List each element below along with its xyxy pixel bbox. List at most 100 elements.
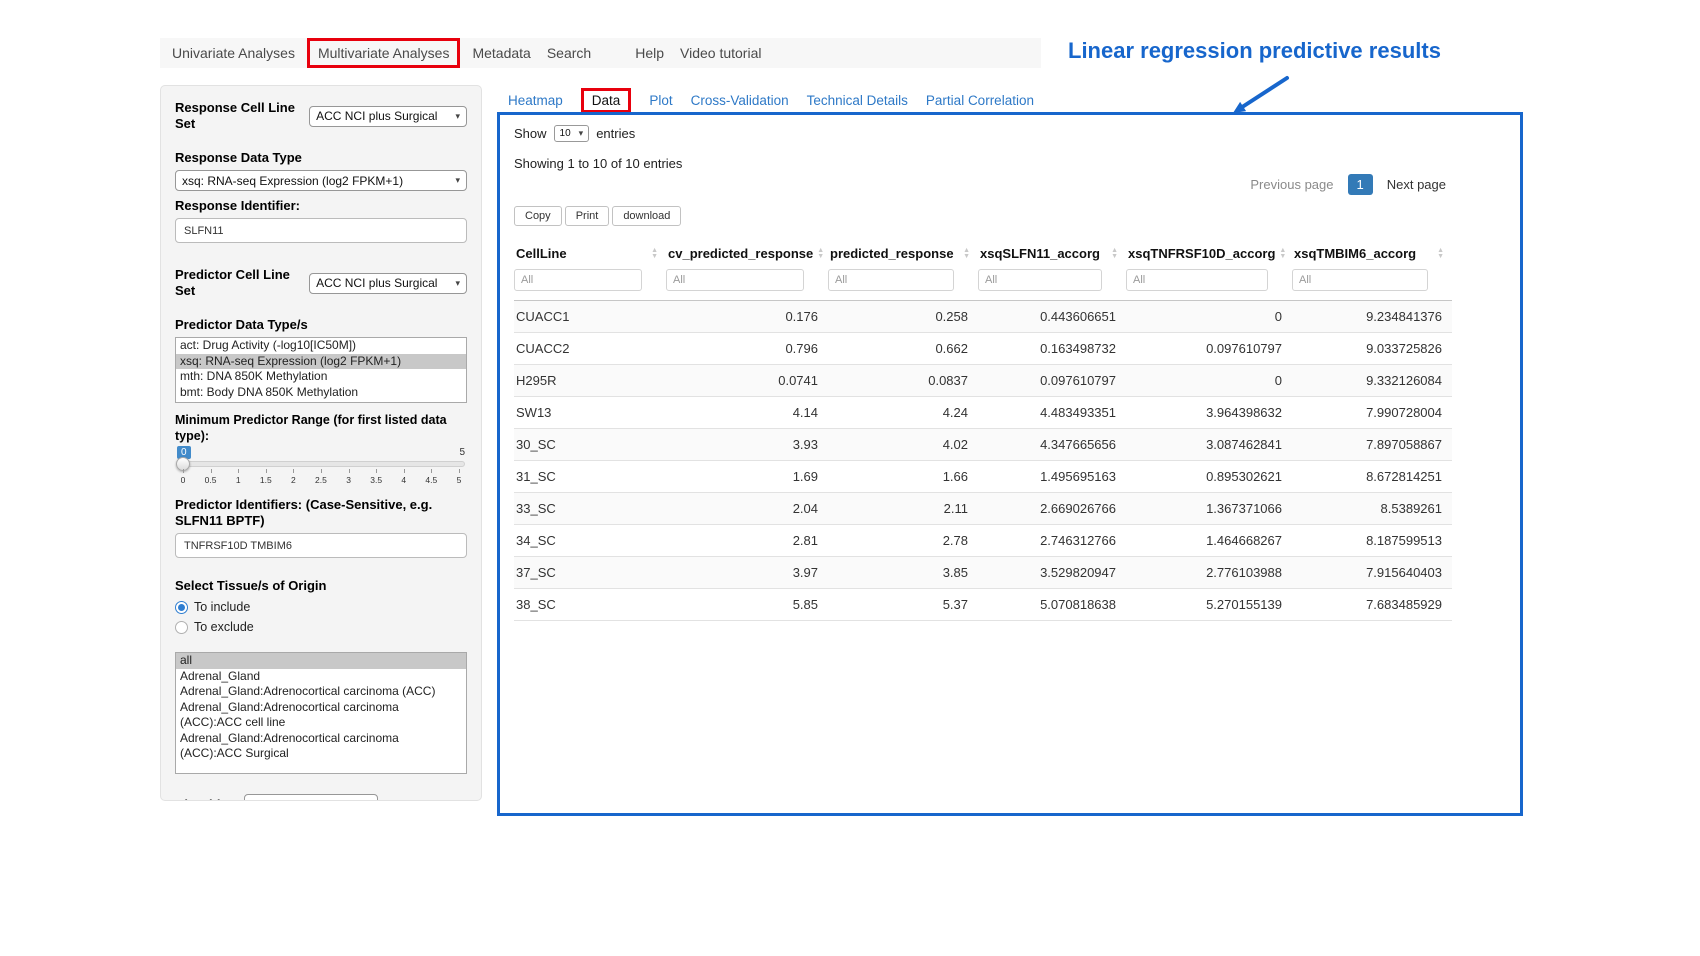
tissue-origin-label: Select Tissue/s of Origin [175,578,467,594]
previous-page-button[interactable]: Previous page [1244,173,1339,196]
filter-input-cv_predicted_response[interactable] [666,269,804,291]
copy-button[interactable]: Copy [514,206,562,226]
filter-input-xsqTMBIM6_accorg[interactable] [1292,269,1428,291]
response-data-type-label: Response Data Type [175,150,467,166]
column-header-CellLine[interactable]: CellLine▲▼ [514,238,666,267]
list-option[interactable]: Adrenal_Gland:Adrenocortical carcinoma (… [176,684,466,700]
tissue-exclude-radio[interactable]: To exclude [175,620,467,634]
numeric-value: 0.443606651 [978,301,1126,333]
numeric-value: 7.915640403 [1292,557,1452,589]
column-label: xsqSLFN11_accorg [980,246,1100,261]
numeric-value: 8.672814251 [1292,461,1452,493]
chevron-down-icon: ▾ [455,112,460,121]
filter-input-xsqTNFRSF10D_accorg[interactable] [1126,269,1268,291]
annotation-red-box-multivariate: Multivariate Analyses [307,38,461,68]
next-page-button[interactable]: Next page [1381,173,1452,196]
tab-technical-details[interactable]: Technical Details [807,93,908,108]
nav-univariate-analyses[interactable]: Univariate Analyses [172,45,295,61]
numeric-value: 9.234841376 [1292,301,1452,333]
sort-icon[interactable]: ▲▼ [1111,248,1118,260]
response-cell-line-set-select[interactable]: ACC NCI plus Surgical ▾ [309,106,467,127]
table-row: 37_SC3.973.853.5298209472.7761039887.915… [514,557,1452,589]
min-predictor-range-slider[interactable]: 0 5 00.511.522.533.544.55 [175,446,467,485]
list-option[interactable]: Adrenal_Gland [176,669,466,685]
numeric-value: 7.683485929 [1292,589,1452,621]
column-label: predicted_response [830,246,954,261]
slider-tick: 3 [343,475,355,485]
sort-icon[interactable]: ▲▼ [651,248,658,260]
filter-input-xsqSLFN11_accorg[interactable] [978,269,1102,291]
list-option[interactable]: xsq: RNA-seq Expression (log2 FPKM+1) [176,354,466,370]
response-identifier-label: Response Identifier: [175,198,467,214]
list-option[interactable]: all [176,653,466,669]
list-option[interactable]: mth: DNA 850K Methylation [176,369,466,385]
response-data-type-select[interactable]: xsq: RNA-seq Expression (log2 FPKM+1) ▾ [175,170,467,191]
chevron-down-icon: ▾ [455,279,460,288]
table-row: CUACC20.7960.6620.1634987320.0976107979.… [514,333,1452,365]
list-option[interactable]: bmt: Body DNA 850K Methylation [176,385,466,401]
filter-input-predicted_response[interactable] [828,269,954,291]
column-header-xsqTMBIM6_accorg[interactable]: xsqTMBIM6_accorg▲▼ [1292,238,1452,267]
tissue-listbox[interactable]: allAdrenal_GlandAdrenal_Gland:Adrenocort… [175,652,467,774]
predictor-data-types-listbox[interactable]: act: Drug Activity (-log10[IC50M])xsq: R… [175,337,467,403]
chevron-down-icon: ▾ [455,176,460,185]
select-value: xsq: RNA-seq Expression (log2 FPKM+1) [182,174,403,188]
filter-input-CellLine[interactable] [514,269,642,291]
slider-track[interactable] [177,461,465,467]
tab-heatmap[interactable]: Heatmap [508,93,563,108]
table-row: SW134.144.244.4834933513.9643986327.9907… [514,397,1452,429]
tab-data[interactable]: Data [592,93,621,108]
numeric-value: 0.258 [828,301,978,333]
cell-line-value: 37_SC [514,557,666,589]
predictor-identifiers-input[interactable] [175,533,467,558]
list-option[interactable]: act: Drug Activity (-log10[IC50M]) [176,338,466,354]
slider-tick: 1.5 [260,475,272,485]
list-option[interactable]: Adrenal_Gland:Adrenocortical carcinoma (… [176,731,466,762]
slider-scale: 00.511.522.533.544.55 [177,475,465,485]
page-1-button[interactable]: 1 [1348,174,1373,195]
numeric-value: 0.662 [828,333,978,365]
pagination: Previous page 1 Next page [514,173,1452,196]
column-header-xsqSLFN11_accorg[interactable]: xsqSLFN11_accorg ▲▼ [978,238,1126,267]
numeric-value: 2.669026766 [978,493,1126,525]
show-label: Show [514,126,547,141]
select-value: ACC NCI plus Surgical [316,276,437,290]
numeric-value: 1.69 [666,461,828,493]
filter-cell [1126,267,1292,301]
algorithm-select[interactable]: Linear Regression ▾ [244,794,378,801]
tissue-include-radio[interactable]: To include [175,600,467,614]
column-header-xsqTNFRSF10D_accorg[interactable]: xsqTNFRSF10D_accorg▲▼ [1126,238,1292,267]
numeric-value: 0.796 [666,333,828,365]
nav-multivariate-analyses[interactable]: Multivariate Analyses [318,45,450,61]
sort-icon[interactable]: ▲▼ [1437,248,1444,260]
sort-icon[interactable]: ▲▼ [817,248,824,260]
entries-per-page-select[interactable]: 10 ▾ [554,125,590,142]
result-tabs: Heatmap Data Plot Cross-Validation Techn… [508,88,1034,113]
column-header-predicted_response[interactable]: predicted_response ▲▼ [828,238,978,267]
sort-icon[interactable]: ▲▼ [1279,248,1286,260]
numeric-value: 3.087462841 [1126,429,1292,461]
tab-partial-correlation[interactable]: Partial Correlation [926,93,1034,108]
cell-line-value: 31_SC [514,461,666,493]
select-value: ACC NCI plus Surgical [316,109,437,123]
nav-video-tutorial[interactable]: Video tutorial [680,45,761,61]
nav-search[interactable]: Search [547,45,591,61]
nav-help[interactable]: Help [635,45,664,61]
filter-cell [978,267,1126,301]
response-identifier-input[interactable] [175,218,467,243]
predictor-cell-line-set-select[interactable]: ACC NCI plus Surgical ▾ [309,273,467,294]
top-nav: Univariate Analyses Multivariate Analyse… [160,38,1041,68]
chevron-down-icon: ▾ [579,129,584,138]
table-export-buttons: Copy Print download [514,206,1506,226]
control-sidebar: Response Cell Line Set ACC NCI plus Surg… [160,85,482,801]
response-cell-line-set-label: Response Cell Line Set [175,100,301,132]
tab-plot[interactable]: Plot [649,93,672,108]
download-button[interactable]: download [612,206,681,226]
print-button[interactable]: Print [565,206,610,226]
tab-cross-validation[interactable]: Cross-Validation [691,93,789,108]
column-header-cv_predicted_response[interactable]: cv_predicted_response▲▼ [666,238,828,267]
list-option[interactable]: Adrenal_Gland:Adrenocortical carcinoma (… [176,700,466,731]
sort-icon[interactable]: ▲▼ [963,248,970,260]
slider-max-label: 5 [459,447,465,458]
nav-metadata[interactable]: Metadata [472,45,530,61]
